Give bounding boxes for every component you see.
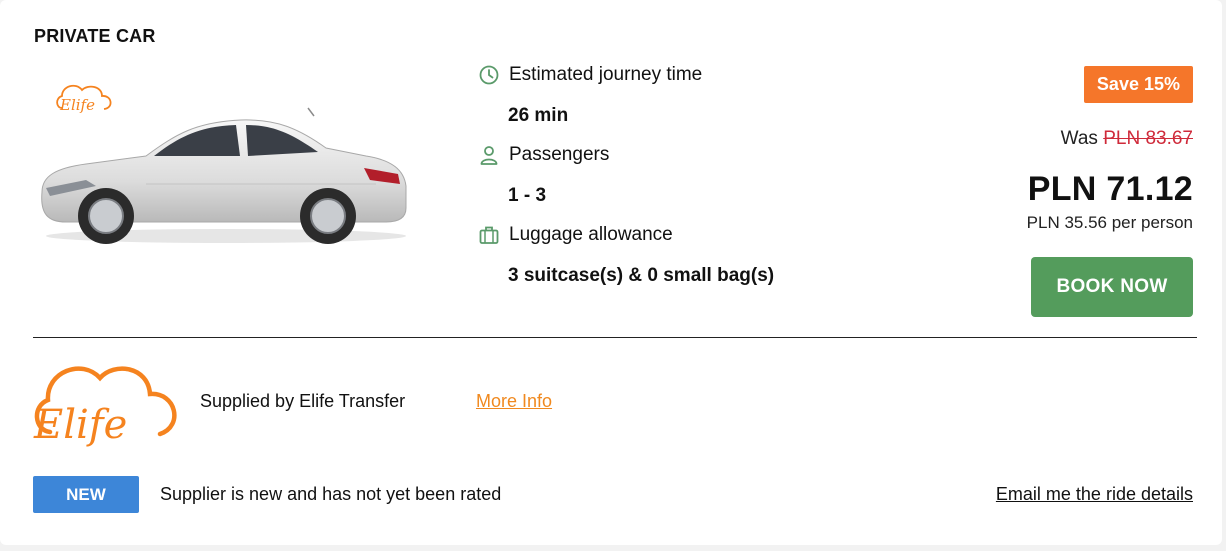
was-price-row: Was PLN 83.67 — [1061, 128, 1193, 150]
luggage-value: 3 suitcase(s) & 0 small bag(s) — [508, 265, 775, 286]
save-badge: Save 15% — [1083, 66, 1193, 103]
passengers-value: 1 - 3 — [508, 185, 547, 206]
luggage-label-row: Luggage allowance — [478, 224, 673, 246]
journey-time-label-row: Estimated journey time — [478, 64, 702, 86]
luggage-label: Luggage allowance — [509, 224, 673, 245]
journey-time-value: 26 min — [508, 105, 569, 126]
per-person-price: PLN 35.56 per person — [1026, 213, 1193, 232]
supplier-rating-text: Supplier is new and has not yet been rat… — [160, 484, 502, 504]
transfer-card: PRIVATE CAR Elife Estimated journey time… — [0, 0, 1222, 545]
clock-icon — [479, 65, 499, 85]
passengers-label-row: Passengers — [478, 144, 609, 166]
divider — [33, 337, 1197, 338]
journey-time-label: Estimated journey time — [509, 64, 703, 85]
luggage-icon — [479, 226, 499, 244]
passengers-label: Passengers — [509, 144, 610, 165]
current-price: PLN 71.12 — [1027, 170, 1193, 208]
elife-logo-text: Elife — [33, 402, 127, 448]
was-label: Was — [1060, 128, 1098, 149]
more-info-link[interactable]: More Info — [476, 391, 552, 412]
new-supplier-badge: NEW — [33, 476, 139, 513]
car-image — [41, 107, 407, 244]
email-ride-details-link[interactable]: Email me the ride details — [996, 484, 1193, 505]
user-icon — [480, 146, 498, 165]
vehicle-type-title: PRIVATE CAR — [34, 26, 156, 46]
old-price: PLN 83.67 — [1103, 128, 1193, 149]
elife-supplier-logo: Elife — [33, 366, 177, 448]
supplied-by-text: Supplied by Elife Transfer — [200, 391, 406, 411]
book-now-button[interactable]: BOOK NOW — [1031, 257, 1193, 317]
